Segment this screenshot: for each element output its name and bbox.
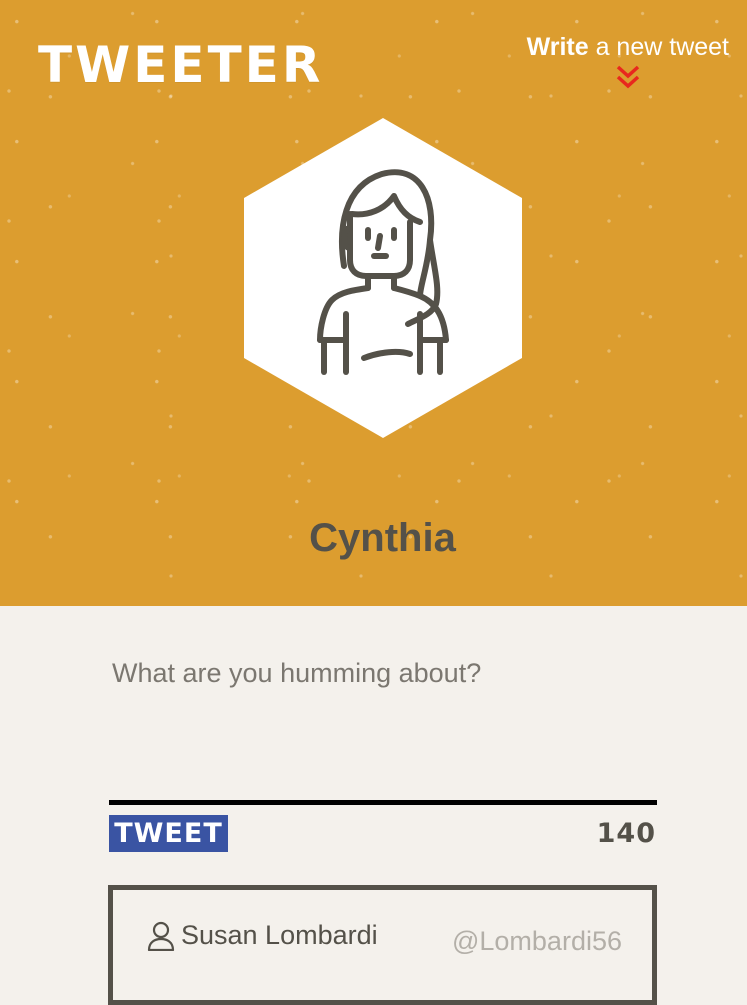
tweet-compose-input[interactable]	[108, 640, 657, 800]
profile-name: Cynthia	[309, 516, 456, 560]
tweet-author-name: Susan Lombardi	[181, 920, 378, 950]
user-avatar	[244, 118, 522, 438]
user-icon	[147, 921, 175, 951]
character-counter: 140	[596, 818, 656, 849]
tweet-author: Susan Lombardi	[147, 920, 378, 951]
tweet-submit-button[interactable]: TWEET	[109, 815, 228, 852]
write-link-strong: Write	[526, 33, 589, 61]
app-logo[interactable]: TWEETER	[38, 40, 323, 90]
write-link-rest: a new tweet	[588, 33, 729, 61]
tweet-card: Susan Lombardi @Lombardi56	[108, 885, 657, 1005]
profile-header: TWEETER Write a new tweet Cynthia	[0, 0, 747, 606]
tweet-author-handle: @Lombardi56	[451, 926, 622, 956]
double-chevron-down-icon	[616, 65, 639, 88]
compose-divider	[109, 800, 657, 805]
write-new-tweet-link[interactable]: Write a new tweet	[526, 33, 729, 90]
